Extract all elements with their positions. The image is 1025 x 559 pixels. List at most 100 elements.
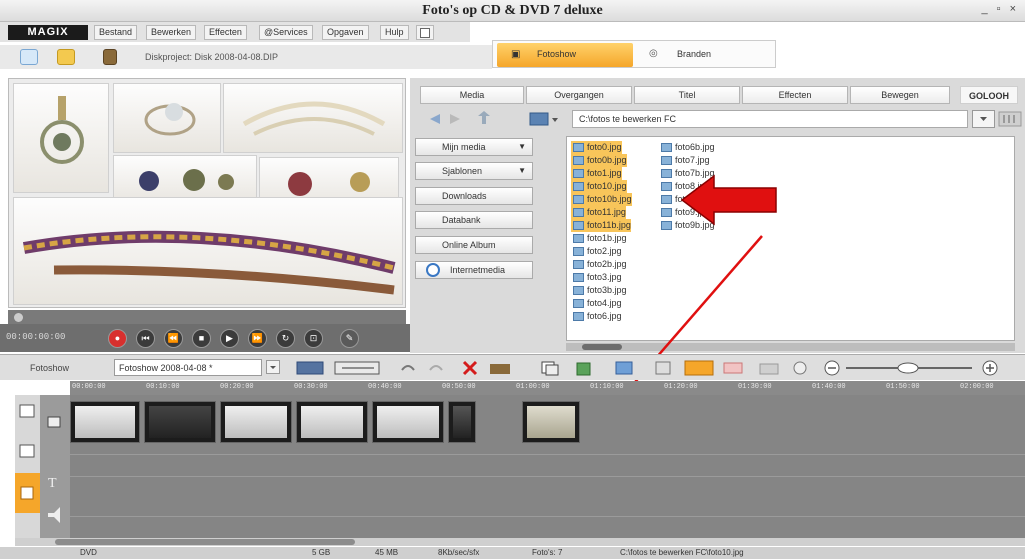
cut-icon[interactable] <box>488 360 514 376</box>
timeline-clip[interactable] <box>144 401 216 443</box>
tab-media[interactable]: Media <box>420 86 524 104</box>
status-rate: 8Kb/sec/sfx <box>438 548 480 557</box>
file-name: foto11.jpg <box>587 207 626 217</box>
ruler-tick: 00:40:00 <box>368 383 402 391</box>
file-name: foto10.jpg <box>587 181 627 191</box>
file-name: foto0.jpg <box>587 142 622 152</box>
paste-icon[interactable] <box>574 360 594 376</box>
slideshow-view-icon[interactable] <box>296 360 326 376</box>
menu-opgaven[interactable]: Opgaven <box>322 25 369 40</box>
timeline-scroll-thumb[interactable] <box>55 539 355 545</box>
audio-track[interactable] <box>70 455 1025 477</box>
sync-icon[interactable] <box>790 360 810 376</box>
camera-icon[interactable] <box>758 360 782 376</box>
text-icon[interactable] <box>654 360 674 376</box>
ruler-tick: 01:20:00 <box>664 383 698 391</box>
tab-overgangen[interactable]: Overgangen <box>526 86 632 104</box>
window-title: Foto's op CD & DVD 7 deluxe <box>422 3 603 18</box>
redo-icon[interactable] <box>426 360 446 376</box>
stop-button[interactable]: ■ <box>192 329 211 348</box>
file-item[interactable]: foto7.jpg <box>659 154 710 167</box>
image-file-icon <box>573 234 584 243</box>
disk-project-label: Diskproject: Disk 2008-04-08.DIP <box>145 52 279 62</box>
show-name-select[interactable]: Fotoshow 2008-04-08 * <box>114 359 262 376</box>
timeline-clip[interactable] <box>70 401 140 443</box>
downloads-button[interactable]: Downloads <box>415 187 533 205</box>
menu-services[interactable]: @Services <box>259 25 313 40</box>
help-icon[interactable] <box>416 25 434 40</box>
dropdown-icon[interactable] <box>266 360 286 376</box>
file-item[interactable]: foto10.jpg <box>571 180 627 193</box>
timeline-view-icon[interactable] <box>334 360 382 376</box>
menu-hulp[interactable]: Hulp <box>380 25 409 40</box>
tab-fotoshow[interactable]: ▣ Fotoshow <box>497 43 633 67</box>
title-track[interactable] <box>70 477 1025 517</box>
preview-photo-bracelet <box>13 197 403 305</box>
transition-icon[interactable] <box>684 360 714 376</box>
open-folder-icon[interactable] <box>57 49 75 65</box>
databank-button[interactable]: Databank <box>415 211 533 229</box>
image-file-icon <box>661 143 672 152</box>
online-album-label: Online Album <box>442 240 496 250</box>
online-album-button[interactable]: Online Album <box>415 236 533 254</box>
new-project-icon[interactable] <box>20 49 38 65</box>
ruler-tick: 00:00:00 <box>72 383 106 391</box>
settings-icon[interactable]: ✎ <box>340 329 359 348</box>
preview-slider-handle[interactable] <box>14 313 23 322</box>
storyboard-toolbar: Fotoshow Fotoshow 2008-04-08 * <box>0 354 1025 380</box>
tab-titel[interactable]: Titel <box>634 86 740 104</box>
fast-forward-button[interactable]: ⏩ <box>248 329 267 348</box>
timeline-clip[interactable] <box>448 401 476 443</box>
delete-icon[interactable] <box>460 360 480 376</box>
file-item[interactable]: foto0.jpg <box>571 141 622 154</box>
zoom-out-icon[interactable] <box>822 360 842 376</box>
menu-effecten[interactable]: Effecten <box>204 25 247 40</box>
menu-bestand[interactable]: Bestand <box>94 25 138 40</box>
file-item[interactable]: foto0b.jpg <box>571 154 627 167</box>
effect-icon[interactable] <box>722 360 746 376</box>
timeline-clip[interactable] <box>296 401 368 443</box>
navigation-arrows-icon[interactable] <box>420 110 570 128</box>
timeline-scrollbar[interactable] <box>15 538 1025 546</box>
tab-fotoshow-label: Fotoshow <box>537 49 577 59</box>
zoom-slider[interactable] <box>844 360 974 376</box>
sjablonen-button[interactable]: Sjablonen ▼ <box>415 162 533 180</box>
previous-button[interactable]: ⏮ <box>136 329 155 348</box>
copy-icon[interactable] <box>540 360 560 376</box>
play-button[interactable]: ▶ <box>220 329 239 348</box>
zoom-in-icon[interactable] <box>980 360 1000 376</box>
rewind-button[interactable]: ⏪ <box>164 329 183 348</box>
tab-branden[interactable]: ◎ Branden <box>639 43 773 67</box>
menu-bewerken[interactable]: Bewerken <box>146 25 197 40</box>
image-edit-icon[interactable] <box>614 360 634 376</box>
loop-button[interactable]: ↻ <box>276 329 295 348</box>
preview-position-slider[interactable] <box>8 310 406 324</box>
video-track[interactable] <box>70 395 1025 455</box>
file-item[interactable]: foto11.jpg <box>571 206 626 219</box>
internetmedia-button[interactable]: Internetmedia <box>415 261 533 279</box>
view-options-icon[interactable] <box>972 110 1024 128</box>
record-button[interactable]: ● <box>108 329 127 348</box>
tab-bewegen[interactable]: Bewegen <box>850 86 950 104</box>
window-controls[interactable]: _ ▫ × <box>981 3 1019 15</box>
image-file-icon <box>573 143 584 152</box>
globe-icon <box>426 263 440 277</box>
image-file-icon <box>573 247 584 256</box>
file-item[interactable]: foto6b.jpg <box>659 141 715 154</box>
timeline-clip[interactable] <box>220 401 292 443</box>
music-track[interactable] <box>70 517 1025 540</box>
path-field[interactable]: C:\fotos te bewerken FC <box>572 110 968 128</box>
tab-effecten[interactable]: Effecten <box>742 86 848 104</box>
timeline-clip[interactable] <box>372 401 444 443</box>
save-icon[interactable] <box>103 49 117 65</box>
preview-monitor <box>8 78 406 308</box>
file-item[interactable]: foto10b.jpg <box>571 193 632 206</box>
image-file-icon <box>573 208 584 217</box>
file-name: foto10b.jpg <box>587 194 632 204</box>
timeline-ruler[interactable]: 00:00:00 00:10:00 00:20:00 00:30:00 00:4… <box>70 381 1025 395</box>
file-item[interactable]: foto1.jpg <box>571 167 622 180</box>
fullscreen-button[interactable]: ⊡ <box>304 329 323 348</box>
timeline-clip[interactable] <box>522 401 580 443</box>
undo-icon[interactable] <box>398 360 418 376</box>
mijn-media-button[interactable]: Mijn media ▼ <box>415 138 533 156</box>
